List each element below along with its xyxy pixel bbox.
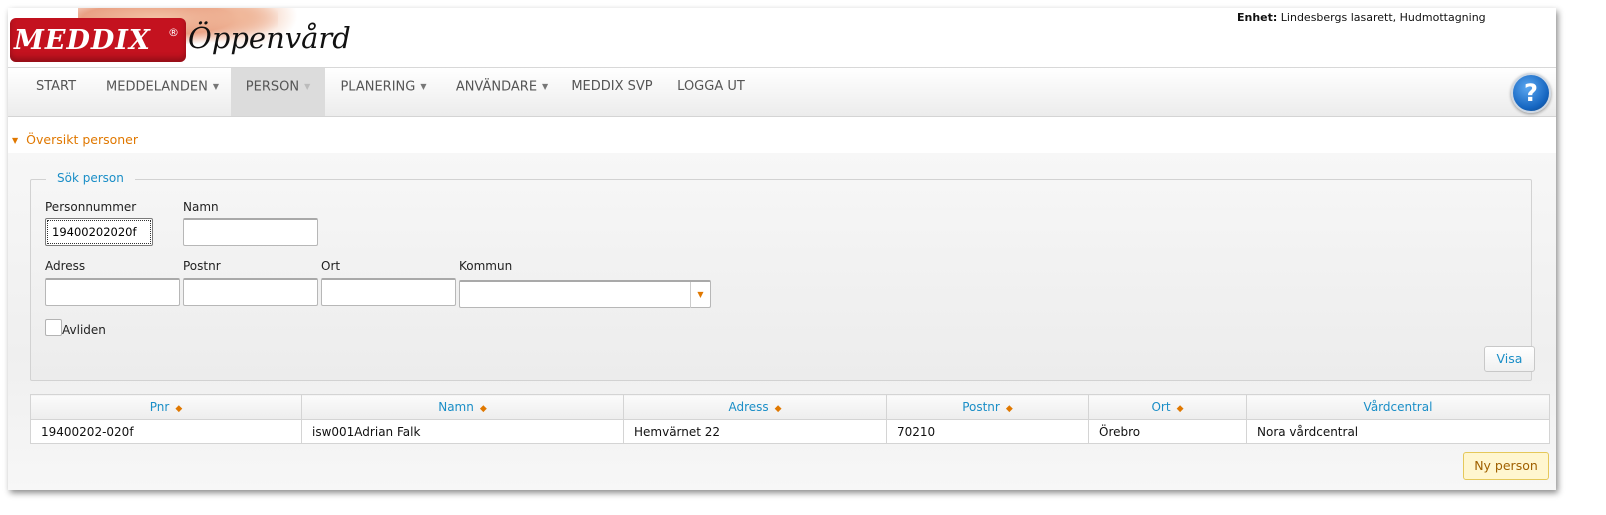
kommun-label: Kommun: [459, 259, 513, 273]
caret-down-icon: ▼: [304, 82, 311, 91]
column-header-label: Ort: [1151, 400, 1171, 414]
sort-icon: ◆: [774, 404, 782, 414]
sort-icon: ◆: [175, 404, 183, 414]
nav-item-person[interactable]: PERSON ▼: [231, 68, 325, 116]
personnummer-label: Personnummer: [45, 200, 137, 214]
caret-down-icon: ▼: [420, 82, 427, 91]
table-row[interactable]: 19400202-020f isw001Adrian Falk Hemvärne…: [30, 419, 1550, 444]
app-name: Öppenvård: [188, 21, 351, 55]
logo-text: MEDDIX: [14, 25, 151, 56]
section-toggle-oversikt[interactable]: ▼ Översikt personer: [12, 132, 138, 147]
kommun-select[interactable]: ▼: [459, 280, 711, 308]
cell-postnr: 70210: [886, 419, 1089, 444]
cell-vardcentral: Nora vårdcentral: [1246, 419, 1550, 444]
search-legend: Sök person: [46, 171, 135, 185]
adress-label: Adress: [45, 259, 86, 273]
sort-icon: ◆: [1176, 404, 1184, 414]
nav-item-label: PERSON: [245, 79, 300, 95]
visa-button[interactable]: Visa: [1484, 346, 1535, 372]
column-header-label: Vårdcentral: [1363, 400, 1433, 414]
search-person-fieldset: Sök person Personnummer Namn Adress Post…: [30, 171, 1535, 381]
nav-item-label: ANVÄNDARE: [455, 79, 538, 95]
column-header-ort[interactable]: Ort ◆: [1088, 394, 1247, 420]
avliden-checkbox[interactable]: [45, 319, 62, 336]
ort-label: Ort: [321, 259, 341, 273]
content-area: Sök person Personnummer Namn Adress Post…: [8, 153, 1556, 490]
column-header-label: Namn: [438, 400, 474, 414]
nav-item-label: START: [35, 79, 77, 94]
personnummer-input[interactable]: [45, 218, 153, 246]
namn-label: Namn: [183, 200, 219, 214]
unit-label: Enhet:: [1237, 11, 1278, 24]
dropdown-arrow-icon[interactable]: ▼: [690, 282, 710, 308]
ort-input[interactable]: [321, 278, 456, 306]
unit-value: Lindesbergs lasarett, Hudmottagning: [1280, 11, 1486, 24]
app-window: MEDDIX ® Öppenvård Enhet: Lindesbergs la…: [8, 8, 1556, 490]
adress-input[interactable]: [45, 278, 180, 306]
sort-icon: ◆: [1005, 404, 1013, 414]
ny-person-button[interactable]: Ny person: [1463, 452, 1549, 480]
column-header-label: Pnr: [149, 400, 170, 414]
nav-item-start[interactable]: START: [8, 68, 104, 116]
column-header-postnr[interactable]: Postnr ◆: [886, 394, 1089, 420]
cell-pnr: 19400202-020f: [30, 419, 302, 444]
avliden-label: Avliden: [62, 323, 106, 337]
nav-item-label: MEDDELANDEN: [106, 79, 208, 95]
person-table: Pnr ◆ Namn ◆ Adress ◆ Postnr ◆ Ort ◆ Vårdcent…: [30, 394, 1550, 444]
logo-registered-mark: ®: [168, 26, 179, 39]
column-header-namn[interactable]: Namn ◆: [301, 394, 624, 420]
cell-ort: Örebro: [1088, 419, 1247, 444]
nav-item-label: MEDDIX SVP: [571, 79, 653, 94]
postnr-label: Postnr: [183, 259, 221, 273]
table-header-row: Pnr ◆ Namn ◆ Adress ◆ Postnr ◆ Ort ◆ Vårdcent…: [30, 394, 1550, 420]
column-header-vardcentral[interactable]: Vårdcentral: [1246, 394, 1550, 420]
unit-info: Enhet: Lindesbergs lasarett, Hudmottagni…: [1237, 11, 1486, 24]
main-nav: START MEDDELANDEN ▼ PERSON ▼ PLANERING ▼ AN…: [8, 67, 1556, 117]
nav-item-label: PLANERING: [340, 79, 416, 95]
nav-item-meddix-svp[interactable]: MEDDIX SVP: [562, 68, 662, 116]
namn-input[interactable]: [183, 218, 318, 246]
caret-down-icon: ▼: [542, 82, 549, 91]
caret-down-icon: ▼: [212, 82, 219, 91]
nav-item-logga-ut[interactable]: LOGGA UT: [668, 68, 754, 116]
cell-namn: isw001Adrian Falk: [301, 419, 624, 444]
column-header-label: Postnr: [962, 400, 1000, 414]
sort-icon: ◆: [479, 404, 487, 414]
page-header: MEDDIX ® Öppenvård Enhet: Lindesbergs la…: [8, 8, 1556, 67]
column-header-pnr[interactable]: Pnr ◆: [30, 394, 302, 420]
column-header-label: Adress: [728, 400, 769, 414]
cell-adress: Hemvärnet 22: [623, 419, 887, 444]
postnr-input[interactable]: [183, 278, 318, 306]
nav-item-planering[interactable]: PLANERING ▼: [325, 68, 442, 116]
nav-item-meddelanden[interactable]: MEDDELANDEN ▼: [94, 68, 231, 116]
nav-item-label: LOGGA UT: [677, 79, 745, 94]
nav-item-anvandare[interactable]: ANVÄNDARE ▼: [442, 68, 562, 116]
triangle-down-icon: ▼: [12, 136, 19, 145]
column-header-adress[interactable]: Adress ◆: [623, 394, 887, 420]
help-icon[interactable]: ?: [1511, 73, 1551, 113]
section-title: Översikt personer: [26, 132, 138, 147]
meddix-logo[interactable]: MEDDIX ®: [10, 18, 186, 62]
